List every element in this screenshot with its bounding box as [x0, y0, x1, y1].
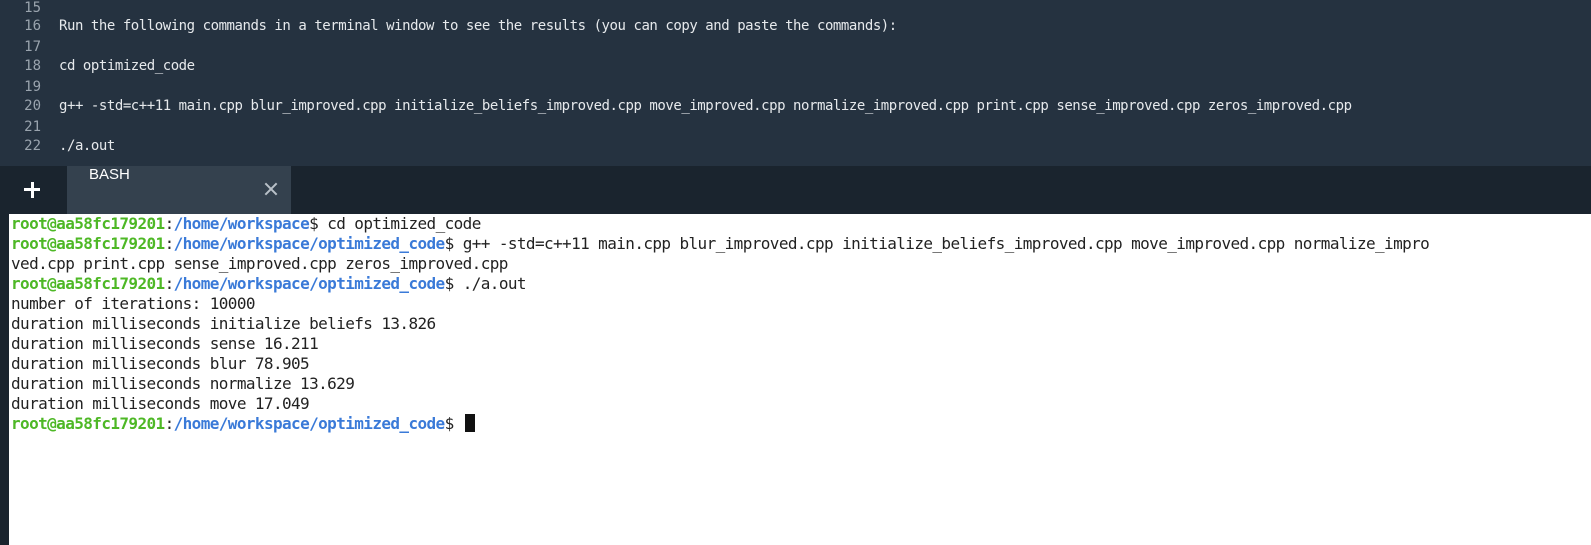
workspace-app: 15 16 Run the following commands in a te…: [0, 0, 1591, 545]
editor-line: 18 cd optimized_code: [0, 56, 1591, 76]
output-line: duration milliseconds move 17.049: [11, 394, 310, 413]
terminal-cursor: [464, 414, 475, 432]
line-text[interactable]: g++ -std=c++11 main.cpp blur_improved.cp…: [59, 96, 1352, 116]
close-icon[interactable]: [263, 181, 279, 197]
prompt-colon: :: [164, 414, 175, 433]
line-number: 21: [24, 119, 41, 135]
command-text: g++ -std=c++11 main.cpp blur_improved.cp…: [453, 234, 1430, 253]
prompt-dollar: $: [444, 234, 455, 253]
prompt-dollar: $: [444, 274, 455, 293]
terminal-line: ved.cpp print.cpp sense_improved.cpp zer…: [11, 254, 1591, 274]
prompt-path: /home/workspace/optimized_code: [173, 414, 446, 433]
prompt-dollar: $: [444, 414, 455, 433]
terminal-line: root@aa58fc179201:/home/workspace/optimi…: [11, 274, 1591, 294]
editor-line: 20 g++ -std=c++11 main.cpp blur_improved…: [0, 96, 1591, 116]
prompt-path: /home/workspace/optimized_code: [173, 274, 446, 293]
prompt-colon: :: [164, 274, 175, 293]
prompt-dollar: $: [309, 214, 319, 233]
line-number: 20: [24, 98, 41, 114]
prompt-user: root@aa58fc179201: [11, 414, 165, 433]
plus-icon[interactable]: [18, 176, 46, 204]
terminal-output: root@aa58fc179201:/home/workspace$ cd op…: [9, 214, 1591, 434]
prompt-colon: :: [164, 214, 175, 233]
output-line: number of iterations: 10000: [11, 294, 255, 313]
output-line: duration milliseconds sense 16.211: [11, 334, 319, 353]
editor-line: 22 ./a.out: [0, 136, 1591, 156]
output-line: duration milliseconds normalize 13.629: [11, 374, 355, 393]
output-line: duration milliseconds initialize beliefs…: [11, 314, 436, 333]
terminal-tab-bar: BASH: [0, 166, 1591, 214]
editor-line: 21: [0, 117, 1591, 137]
editor-line: 17: [0, 37, 1591, 57]
code-editor[interactable]: 15 16 Run the following commands in a te…: [0, 0, 1591, 166]
terminal-line: root@aa58fc179201:/home/workspace$ cd op…: [11, 214, 1591, 234]
command-text: cd optimized_code: [318, 214, 481, 233]
line-text[interactable]: cd optimized_code: [59, 56, 195, 76]
line-number: 16: [24, 18, 41, 34]
line-text[interactable]: ./a.out: [59, 136, 115, 156]
terminal-line: root@aa58fc179201:/home/workspace/optimi…: [11, 414, 1591, 434]
editor-line: 19: [0, 77, 1591, 97]
line-number: 18: [24, 58, 41, 74]
line-text[interactable]: Run the following commands in a terminal…: [59, 16, 897, 36]
editor-line: 16 Run the following commands in a termi…: [0, 16, 1591, 36]
prompt-path: /home/workspace/optimized_code: [173, 234, 446, 253]
terminal-frame: root@aa58fc179201:/home/workspace$ cd op…: [0, 214, 1591, 545]
terminal-line: root@aa58fc179201:/home/workspace/optimi…: [11, 234, 1591, 254]
prompt-user: root@aa58fc179201: [11, 274, 165, 293]
command-input[interactable]: [454, 414, 463, 433]
prompt-path: /home/workspace: [173, 214, 310, 233]
prompt-user: root@aa58fc179201: [11, 234, 165, 253]
line-number: 17: [24, 39, 41, 55]
terminal[interactable]: root@aa58fc179201:/home/workspace$ cd op…: [9, 214, 1591, 545]
line-number: 22: [24, 138, 41, 154]
prompt-colon: :: [164, 234, 175, 253]
line-number: 19: [24, 79, 41, 95]
tab-bash-label: BASH: [89, 166, 130, 183]
tab-bash[interactable]: BASH: [67, 166, 291, 214]
command-text: ./a.out: [453, 274, 527, 293]
command-text-wrap: ved.cpp print.cpp sense_improved.cpp zer…: [11, 254, 508, 273]
output-line: duration milliseconds blur 78.905: [11, 354, 310, 373]
prompt-user: root@aa58fc179201: [11, 214, 165, 233]
